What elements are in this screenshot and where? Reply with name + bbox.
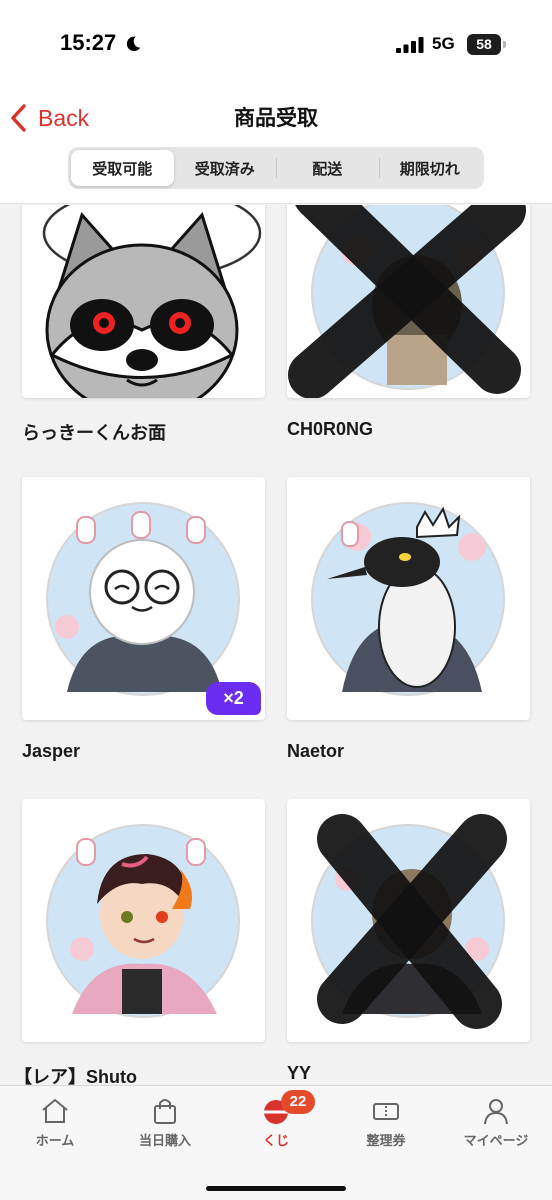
page-title: 商品受取: [234, 106, 318, 130]
item-name: らっきーくんお面: [22, 423, 166, 443]
quantity-badge: ×2: [206, 682, 261, 715]
tabbar-item-mypage[interactable]: マイページ: [441, 1096, 551, 1156]
tab-receivable[interactable]: 受取可能: [71, 150, 174, 186]
item-card-ch0r0ng[interactable]: [287, 205, 530, 398]
tabbar-item-ticket[interactable]: 整理券: [331, 1096, 441, 1156]
tabbar-label: 整理券: [366, 1134, 406, 1149]
network-label: 5G: [432, 34, 455, 53]
moon-icon: [126, 36, 141, 52]
item-card-yy[interactable]: [287, 799, 530, 1042]
tabbar-label: マイページ: [463, 1134, 529, 1149]
item-grid: らっきーくんお面 CH0R0NG ×2 Jasper Naetor 【レア】Sh…: [0, 205, 552, 1085]
item-name: CH0R0NG: [287, 419, 374, 439]
segmented-control: 受取可能 受取済み 配送 期限切れ: [68, 147, 484, 189]
person-icon: [484, 1099, 508, 1125]
item-name: Naetor: [287, 741, 345, 761]
bottom-tab-bar: ホーム 当日購入 くじ 22 整理券 マイページ: [0, 1085, 552, 1200]
tabbar-item-same-day-purchase[interactable]: 当日購入: [110, 1096, 220, 1156]
tabbar-item-home[interactable]: ホーム: [0, 1096, 110, 1156]
raccoon-mask-image: [42, 205, 262, 398]
item-name: 【レア】Shuto: [14, 1067, 137, 1085]
tabbar-label: くじ: [262, 1134, 289, 1149]
character-badge-image: [46, 824, 240, 1018]
item-card-naetor[interactable]: [287, 477, 530, 720]
status-time: 15:27: [60, 30, 117, 55]
item-name: YY: [287, 1063, 312, 1083]
tabbar-label: 当日購入: [138, 1134, 191, 1149]
battery-tip: [503, 41, 506, 48]
notification-badge: 22: [281, 1090, 315, 1114]
item-card-shuto[interactable]: [22, 799, 265, 1042]
item-card-rakki-mask[interactable]: [22, 205, 265, 398]
battery-indicator: 58: [467, 34, 501, 55]
item-card-jasper[interactable]: ×2: [22, 477, 265, 720]
status-bar: 15:27 5G 58: [0, 0, 552, 90]
shopping-bag-icon: [154, 1099, 176, 1124]
home-icon: [42, 1099, 68, 1123]
tab-delivery[interactable]: 配送: [276, 150, 379, 186]
character-badge-image: [311, 814, 507, 1029]
tabbar-label: ホーム: [35, 1134, 75, 1149]
tabbar-item-kuji[interactable]: くじ 22: [221, 1090, 331, 1156]
tab-expired[interactable]: 期限切れ: [378, 150, 482, 186]
signal-icon: [396, 37, 424, 53]
navigation-bar: Back 商品受取: [0, 90, 552, 144]
tab-received[interactable]: 受取済み: [174, 150, 277, 186]
tabs-container: 受取可能 受取済み 配送 期限切れ: [0, 144, 552, 204]
home-indicator: [206, 1186, 346, 1191]
ticket-icon: [373, 1103, 399, 1120]
penguin-badge-image: [311, 502, 505, 696]
item-name: Jasper: [22, 741, 81, 761]
character-badge-image: [288, 205, 526, 398]
